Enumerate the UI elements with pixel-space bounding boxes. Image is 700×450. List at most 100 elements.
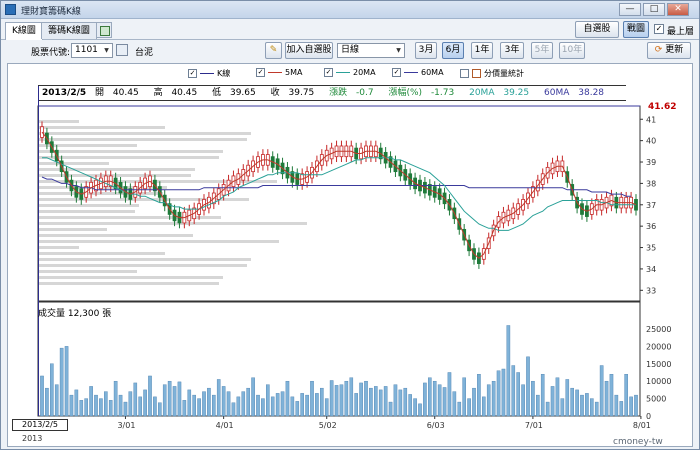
volume-bar — [369, 387, 373, 417]
volume-bar — [241, 391, 246, 417]
volume-bar — [182, 400, 187, 417]
volume-bar — [516, 372, 520, 417]
volume-profile-bar — [39, 264, 247, 267]
volume-bar — [354, 393, 358, 417]
close-button[interactable]: ✕ — [667, 3, 689, 16]
volume-bar — [457, 401, 462, 417]
volume-bar — [413, 398, 417, 417]
volume-bar — [452, 391, 457, 417]
volume-bar — [50, 363, 54, 417]
volume-bar — [339, 384, 344, 417]
volume-tick-label: 20000 — [646, 342, 671, 351]
range-1y-button[interactable]: 1年 — [471, 42, 493, 59]
x-tick-label: 6/03 — [427, 421, 445, 430]
volume-profile-bar — [39, 132, 251, 135]
add-tab-icon[interactable] — [96, 22, 112, 38]
volume-profile-bar — [39, 204, 139, 207]
title-bar[interactable]: 理財寶籌碼K線 — □ ✕ — [1, 1, 699, 19]
volume-bar — [506, 325, 511, 417]
volume-bar — [310, 380, 314, 417]
volume-bar — [261, 398, 265, 417]
volume-bar — [447, 372, 452, 417]
volume-bar — [383, 386, 388, 417]
year-label: 2013 — [22, 434, 43, 443]
volume-bar — [64, 346, 69, 417]
volume-bar — [153, 396, 157, 417]
star-icon[interactable]: ✎ — [265, 42, 282, 59]
volume-title: 成交量 12,300 張 — [38, 309, 112, 319]
range-3y-button[interactable]: 3年 — [500, 42, 524, 59]
watchlist-button[interactable]: 自選股 — [575, 21, 619, 38]
volume-bar — [585, 393, 589, 417]
volume-bar — [59, 347, 64, 417]
range-6m-button[interactable]: 6月 — [442, 42, 464, 59]
volume-profile-bar — [39, 120, 79, 123]
chart-canvas[interactable]: 41 40 39 38 37 36 35 34 33 25000 20000 15000 10000 50… — [8, 64, 692, 446]
add-watchlist-button[interactable]: 加入自選股 — [285, 42, 333, 59]
range-5y-button[interactable]: 5年 — [531, 42, 553, 59]
volume-bar — [167, 380, 172, 417]
price-tick-label: 39 — [646, 158, 656, 167]
volume-bar — [349, 377, 354, 417]
volume-bar — [300, 393, 304, 417]
volume-bar — [472, 387, 476, 417]
volume-bar — [128, 391, 133, 417]
volume-bar — [501, 368, 506, 417]
volume-bar — [138, 396, 142, 417]
tab-chip-kline[interactable]: 籌碼K線圖 — [41, 22, 97, 39]
refresh-button[interactable]: ⟳ 更新 — [647, 42, 691, 59]
volume-profile-bar — [39, 246, 79, 249]
volume-bar — [275, 393, 280, 417]
price-tick-label: 35 — [646, 244, 656, 253]
volume-bar — [40, 375, 44, 417]
volume-profile-bar — [39, 240, 279, 243]
volume-bar — [133, 382, 138, 417]
volume-bar — [403, 387, 408, 417]
maximize-button[interactable]: □ — [643, 3, 665, 16]
minimize-button[interactable]: — — [619, 3, 641, 16]
volume-tick-label: 25000 — [646, 325, 671, 334]
period-combo[interactable]: 日線 ▼ — [337, 43, 405, 58]
volume-bar — [162, 384, 167, 417]
stock-name: 台泥 — [135, 48, 154, 58]
volume-bar — [270, 396, 275, 417]
range-10y-button[interactable]: 10年 — [559, 42, 585, 59]
volume-bar — [334, 385, 339, 417]
price-tick-label: 41 — [646, 115, 656, 124]
price-tick-label: 36 — [646, 222, 656, 231]
volume-bar — [408, 394, 412, 417]
volume-bar — [580, 394, 584, 417]
volume-bar — [221, 386, 226, 417]
stock-code-value: 1101 — [75, 45, 98, 55]
stock-code-combo[interactable]: 1101 ▼ — [71, 43, 113, 58]
volume-tick-label: 15000 — [646, 360, 671, 369]
volume-tick-label: 5000 — [646, 395, 666, 404]
range-3m-button[interactable]: 3月 — [415, 42, 437, 59]
volume-bar — [295, 401, 300, 417]
stock-search-icon[interactable] — [116, 44, 128, 56]
volume-bar — [594, 401, 599, 417]
watermark: cmoney-tw — [613, 437, 663, 447]
tab-kline[interactable]: K線圖 — [5, 22, 43, 40]
volume-bar — [374, 386, 378, 417]
volume-bar — [550, 386, 555, 417]
volume-bar — [324, 398, 329, 417]
x-tick-label: 7/01 — [525, 421, 543, 430]
volume-bar — [359, 382, 363, 417]
candle-body — [40, 126, 44, 138]
volume-bar — [74, 389, 79, 417]
volume-bar — [236, 396, 241, 417]
volume-bar — [256, 394, 260, 417]
x-tick-label: 4/01 — [216, 421, 234, 430]
volume-bar — [614, 394, 619, 417]
volume-bar — [148, 375, 152, 417]
volume-bar — [320, 387, 324, 417]
volume-bar — [329, 380, 334, 417]
volume-bar — [118, 394, 123, 417]
price-tick-label: 40 — [646, 137, 656, 146]
volume-bar — [619, 401, 624, 417]
drawing-button[interactable]: 戰圖 — [623, 21, 649, 38]
volume-profile-bar — [39, 138, 247, 141]
topmost-checkbox[interactable]: ✓ — [654, 24, 664, 34]
chevron-down-icon: ▼ — [396, 47, 401, 54]
